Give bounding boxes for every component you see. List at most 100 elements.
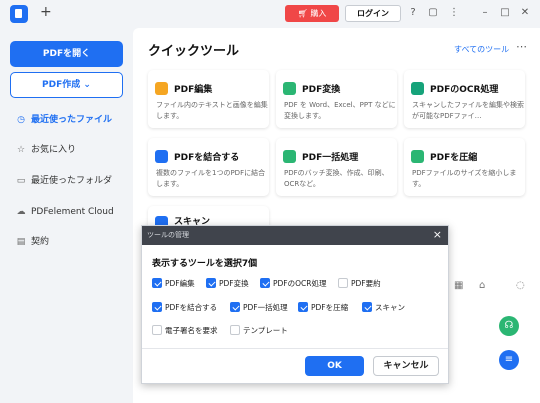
- checkbox[interactable]: [206, 278, 216, 288]
- page-title: クイックツール: [148, 44, 240, 59]
- buy-label: 購入: [310, 9, 327, 18]
- sidebar-item-label: 最近使ったフォルダ: [31, 176, 113, 186]
- create-pdf-label: PDF作成: [42, 80, 81, 90]
- support-headset-icon[interactable]: ☊: [499, 316, 519, 336]
- cart-icon: 🛒︎: [297, 9, 311, 18]
- customize-toolbar-icon[interactable]: ≡: [499, 350, 519, 370]
- option-pdf-convert[interactable]: PDF変換: [206, 278, 249, 290]
- dialog-subtitle: 表示するツールを選択7個: [152, 259, 258, 269]
- minimize-icon[interactable]: –: [478, 6, 492, 20]
- title-bar: + 🛒︎ 購入 ログイン ? ▢ ⋮ – □ ✕: [0, 0, 540, 28]
- option-compress[interactable]: PDFを圧縮: [298, 302, 348, 314]
- checkbox[interactable]: [230, 325, 240, 335]
- folder-icon: ▭: [16, 176, 26, 186]
- sidebar-item-recent-files[interactable]: ◷ 最近使ったファイル: [15, 112, 112, 128]
- tool-card-desc: ファイル内のテキストと画像を編集します。: [156, 101, 268, 120]
- sidebar-item-contract[interactable]: ▤ 契約: [15, 234, 49, 250]
- tool-card-desc: 複数のファイルを1つのPDFに結合します。: [156, 169, 266, 188]
- tool-card-desc: PDFのバッチ変換、作成、印刷、OCRなど。: [284, 169, 389, 188]
- menu-more-icon[interactable]: ⋮: [447, 6, 461, 20]
- ocr-icon: [411, 82, 424, 95]
- compress-icon: [411, 150, 424, 163]
- grid-view-icon[interactable]: ▦: [454, 280, 463, 291]
- edit-icon: [155, 82, 168, 95]
- tool-card-desc: PDF を Word、Excel、PPT などに変換します。: [284, 101, 396, 120]
- tool-card-ocr[interactable]: PDFのOCR処理 スキャンしたファイルを編集や検索が可能なPDFファイ…: [404, 70, 525, 128]
- all-tools-link[interactable]: すべてのツール: [454, 44, 509, 55]
- buy-button[interactable]: 🛒︎ 購入: [285, 5, 339, 22]
- help-icon[interactable]: ?: [406, 6, 420, 20]
- trash-icon[interactable]: ⌂: [479, 280, 485, 291]
- checkbox[interactable]: [152, 302, 162, 312]
- option-label: テンプレート: [243, 326, 288, 335]
- option-ocr[interactable]: PDFのOCR処理: [260, 278, 326, 290]
- ok-button[interactable]: OK: [305, 356, 364, 376]
- create-pdf-button[interactable]: PDF作成 ⌄: [10, 72, 123, 98]
- option-label: PDF編集: [165, 279, 195, 288]
- checkbox[interactable]: [230, 302, 240, 312]
- tool-card-desc: スキャンしたファイルを編集や検索が可能なPDFファイ…: [412, 101, 524, 120]
- clock-icon: ◷: [17, 115, 25, 125]
- tool-card-title: PDF編集: [174, 85, 213, 95]
- option-merge[interactable]: PDFを結合する: [152, 302, 217, 314]
- tool-card-merge[interactable]: PDFを結合する 複数のファイルを1つのPDFに結合します。: [148, 138, 269, 196]
- cloud-icon: ☁: [16, 207, 26, 217]
- option-label: PDF変換: [219, 279, 249, 288]
- chevron-down-icon: ⌄: [83, 80, 91, 90]
- tool-card-desc: PDFファイルのサイズを縮小します。: [412, 169, 517, 188]
- message-icon[interactable]: ▢: [426, 6, 440, 20]
- checkbox[interactable]: [152, 325, 162, 335]
- checkbox[interactable]: [298, 302, 308, 312]
- close-icon[interactable]: ×: [433, 228, 442, 241]
- sidebar-item-cloud[interactable]: ☁ PDFelement Cloud: [15, 204, 114, 220]
- option-batch[interactable]: PDF一括処理: [230, 302, 288, 314]
- close-icon[interactable]: ✕: [518, 6, 532, 20]
- option-label: PDFを圧縮: [311, 303, 349, 312]
- batch-icon: [283, 150, 296, 163]
- sidebar-item-label: 最近使ったファイル: [31, 115, 113, 125]
- sidebar-item-label: お気に入り: [31, 145, 77, 155]
- checkbox[interactable]: [338, 278, 348, 288]
- app-logo-icon: [10, 5, 28, 23]
- checkbox[interactable]: [152, 278, 162, 288]
- checkbox[interactable]: [260, 278, 270, 288]
- convert-icon: [283, 82, 296, 95]
- manage-tools-dialog: ツールの管理 × 表示するツールを選択7個 PDF編集 PDF変換 PDFのOC…: [141, 225, 449, 384]
- option-summary[interactable]: PDF要約: [338, 278, 381, 290]
- option-label: PDF一括処理: [243, 303, 288, 312]
- tool-card-compress[interactable]: PDFを圧縮 PDFファイルのサイズを縮小します。: [404, 138, 525, 196]
- document-icon: ▤: [16, 237, 26, 247]
- divider: [142, 348, 448, 349]
- sidebar: PDFを開く PDF作成 ⌄ ◷ 最近使ったファイル ☆ お気に入り ▭ 最近使ったフ…: [0, 28, 133, 403]
- tool-card-pdf-convert[interactable]: PDF変換 PDF を Word、Excel、PPT などに変換します。: [276, 70, 397, 128]
- open-pdf-button[interactable]: PDFを開く: [10, 41, 123, 67]
- option-label: PDF要約: [351, 279, 381, 288]
- sidebar-item-recent-folders[interactable]: ▭ 最近使ったフォルダ: [15, 173, 112, 189]
- tool-card-title: PDF一括処理: [302, 153, 359, 163]
- checkbox[interactable]: [362, 302, 372, 312]
- option-label: 電子署名を要求: [165, 326, 218, 335]
- merge-icon: [155, 150, 168, 163]
- option-pdf-edit[interactable]: PDF編集: [152, 278, 195, 290]
- option-template[interactable]: テンプレート: [230, 325, 288, 337]
- sidebar-item-favorites[interactable]: ☆ お気に入り: [15, 142, 76, 158]
- more-options-icon[interactable]: ⋯: [516, 40, 527, 53]
- option-label: PDFのOCR処理: [273, 279, 327, 288]
- dialog-title: ツールの管理: [147, 231, 189, 239]
- maximize-icon[interactable]: □: [498, 6, 512, 20]
- star-icon: ☆: [16, 145, 26, 155]
- sidebar-item-label: PDFelement Cloud: [31, 207, 114, 217]
- option-request-signature[interactable]: 電子署名を要求: [152, 325, 218, 337]
- option-scan[interactable]: スキャン: [362, 302, 405, 314]
- refresh-icon[interactable]: ◌: [516, 280, 525, 291]
- login-button[interactable]: ログイン: [345, 5, 401, 22]
- option-label: スキャン: [375, 303, 405, 312]
- cancel-button[interactable]: キャンセル: [373, 356, 439, 376]
- tool-card-pdf-edit[interactable]: PDF編集 ファイル内のテキストと画像を編集します。: [148, 70, 269, 128]
- new-tab-button[interactable]: +: [40, 4, 52, 20]
- tool-card-title: PDFを結合する: [174, 153, 240, 163]
- option-label: PDFを結合する: [165, 303, 218, 312]
- tool-card-title: PDFのOCR処理: [430, 85, 499, 95]
- tool-card-title: PDFを圧縮: [430, 153, 478, 163]
- tool-card-batch[interactable]: PDF一括処理 PDFのバッチ変換、作成、印刷、OCRなど。: [276, 138, 397, 196]
